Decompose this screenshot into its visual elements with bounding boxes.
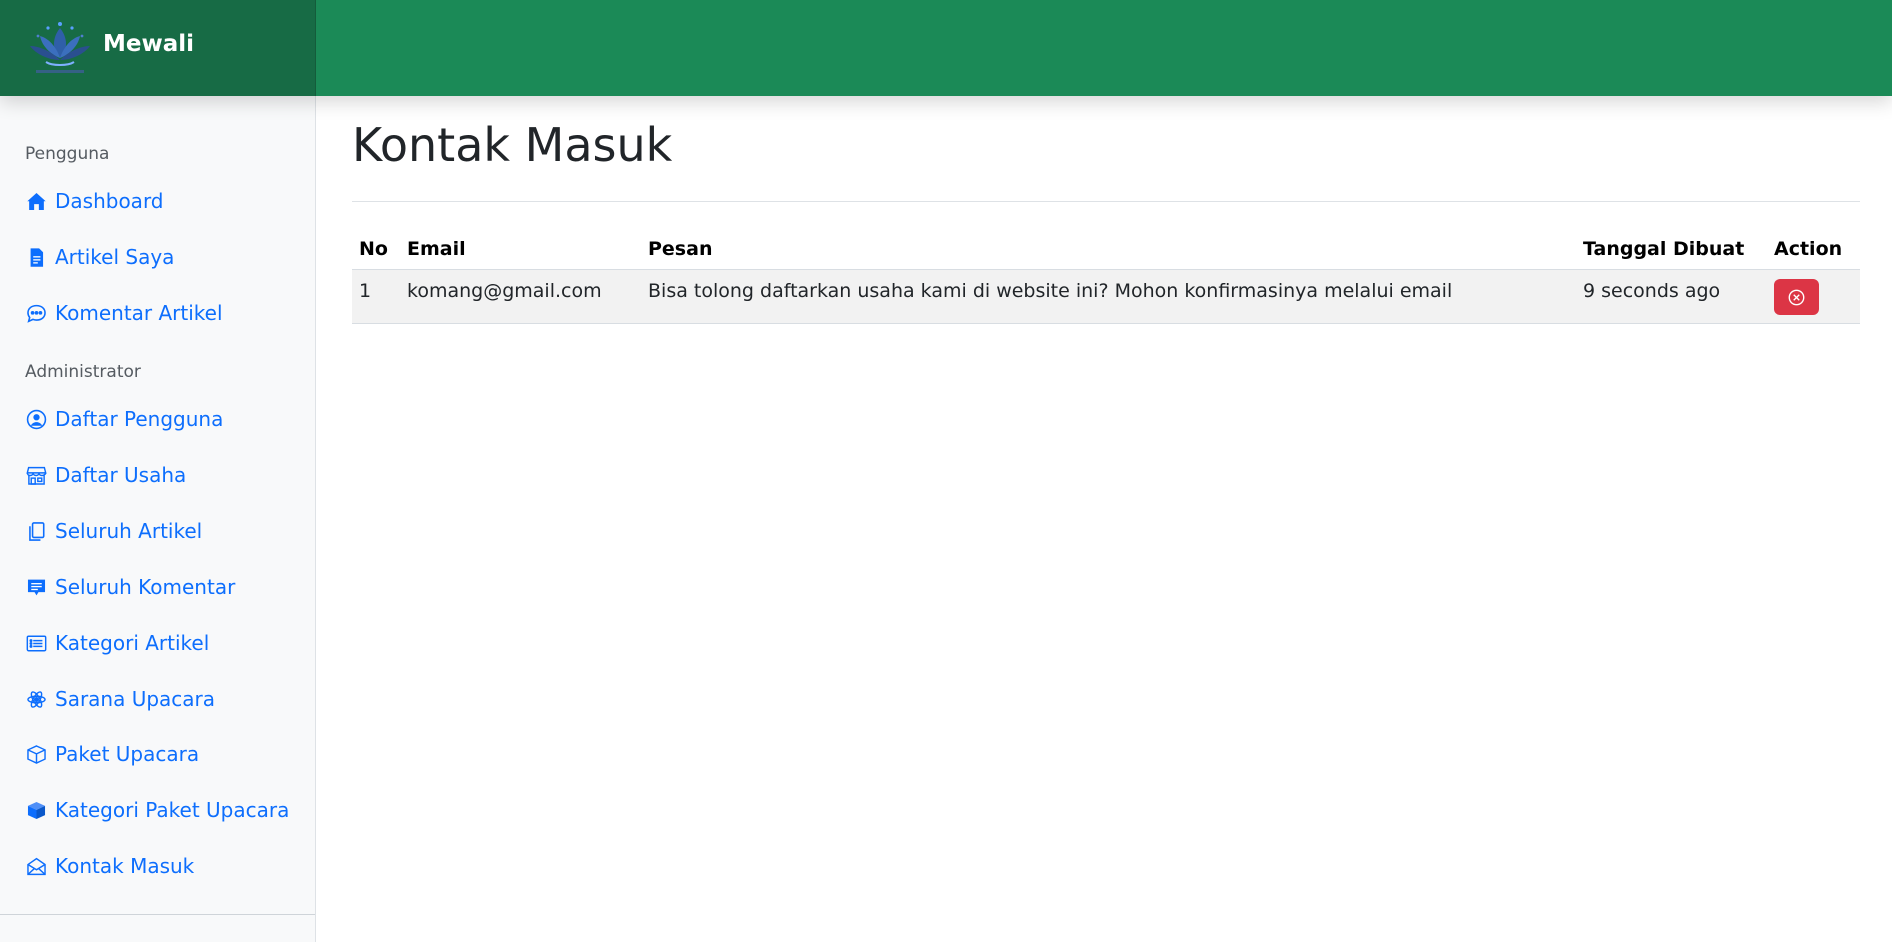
sidebar-item-kategori-paket-upacara[interactable]: Kategori Paket Upacara: [25, 794, 289, 826]
page-title: Kontak Masuk: [352, 118, 673, 172]
sidebar-item-label: Seluruh Artikel: [55, 519, 203, 543]
sidebar-item-label: Paket Upacara: [55, 742, 200, 766]
sidebar-heading-administrator: Administrator: [25, 362, 141, 382]
sidebar-item-label: Kategori Artikel: [55, 631, 210, 655]
sidebar: Pengguna Dashboard Artikel Saya Komentar…: [0, 96, 316, 942]
sidebar-item-artikel-saya[interactable]: Artikel Saya: [25, 241, 174, 273]
column-header-pesan: Pesan: [641, 229, 1576, 270]
box-filled-icon: [25, 799, 47, 821]
files-icon: [25, 520, 47, 542]
sidebar-item-daftar-usaha[interactable]: Daftar Usaha: [25, 459, 186, 491]
flower-icon: [25, 688, 47, 710]
sidebar-divider: [0, 914, 315, 915]
sidebar-item-label: Kategori Paket Upacara: [55, 798, 290, 822]
sidebar-item-label: Komentar Artikel: [55, 301, 223, 325]
column-header-email: Email: [400, 229, 641, 270]
cell-no: 1: [352, 269, 400, 324]
cell-action: [1767, 269, 1860, 324]
box-icon: [25, 743, 47, 765]
list-card-icon: [25, 632, 47, 654]
column-header-no: No: [352, 229, 400, 270]
shop-icon: [25, 464, 47, 486]
sidebar-item-kategori-artikel[interactable]: Kategori Artikel: [25, 627, 209, 659]
sidebar-item-paket-upacara[interactable]: Paket Upacara: [25, 738, 199, 770]
column-header-action: Action: [1767, 229, 1860, 270]
sidebar-item-seluruh-artikel[interactable]: Seluruh Artikel: [25, 515, 202, 547]
messages-table: No Email Pesan Tanggal Dibuat Action 1 k…: [352, 229, 1860, 324]
sidebar-item-label: Daftar Usaha: [55, 463, 187, 487]
envelope-open-icon: [25, 855, 47, 877]
sidebar-item-dashboard[interactable]: Dashboard: [25, 185, 164, 217]
sidebar-item-label: Kontak Masuk: [55, 854, 195, 878]
cell-tanggal: 9 seconds ago: [1576, 269, 1767, 324]
sidebar-item-label: Sarana Upacara: [55, 687, 216, 711]
title-divider: [352, 201, 1860, 202]
cell-email: komang@gmail.com: [400, 269, 641, 324]
brand[interactable]: Mewali: [0, 0, 316, 96]
table-row: 1 komang@gmail.com Bisa tolong daftarkan…: [352, 269, 1860, 324]
sidebar-item-kontak-masuk[interactable]: Kontak Masuk: [25, 850, 194, 882]
sidebar-item-label: Daftar Pengguna: [55, 407, 224, 431]
sidebar-item-label: Dashboard: [55, 189, 164, 213]
x-circle-icon: [1788, 289, 1805, 305]
sidebar-item-label: Artikel Saya: [55, 245, 175, 269]
chat-dots-icon: [25, 302, 47, 324]
brand-name[interactable]: Mewali: [103, 31, 194, 57]
chat-square-text-icon: [25, 576, 47, 598]
file-text-icon: [25, 246, 47, 268]
column-header-tanggal: Tanggal Dibuat: [1576, 229, 1767, 270]
cell-pesan: Bisa tolong daftarkan usaha kami di webs…: [641, 269, 1576, 324]
sidebar-item-label: Seluruh Komentar: [55, 575, 236, 599]
lotus-logo-icon: [30, 22, 90, 73]
sidebar-item-seluruh-komentar[interactable]: Seluruh Komentar: [25, 571, 235, 603]
delete-button[interactable]: [1774, 279, 1819, 315]
person-circle-icon: [25, 408, 47, 430]
house-icon: [25, 190, 47, 212]
sidebar-item-sarana-upacara[interactable]: Sarana Upacara: [25, 683, 215, 715]
sidebar-item-komentar-artikel[interactable]: Komentar Artikel: [25, 297, 223, 329]
table-header-row: No Email Pesan Tanggal Dibuat Action: [352, 229, 1860, 270]
top-navbar: Mewali: [0, 0, 1892, 96]
sidebar-heading-pengguna: Pengguna: [25, 144, 110, 164]
sidebar-item-daftar-pengguna[interactable]: Daftar Pengguna: [25, 403, 223, 435]
